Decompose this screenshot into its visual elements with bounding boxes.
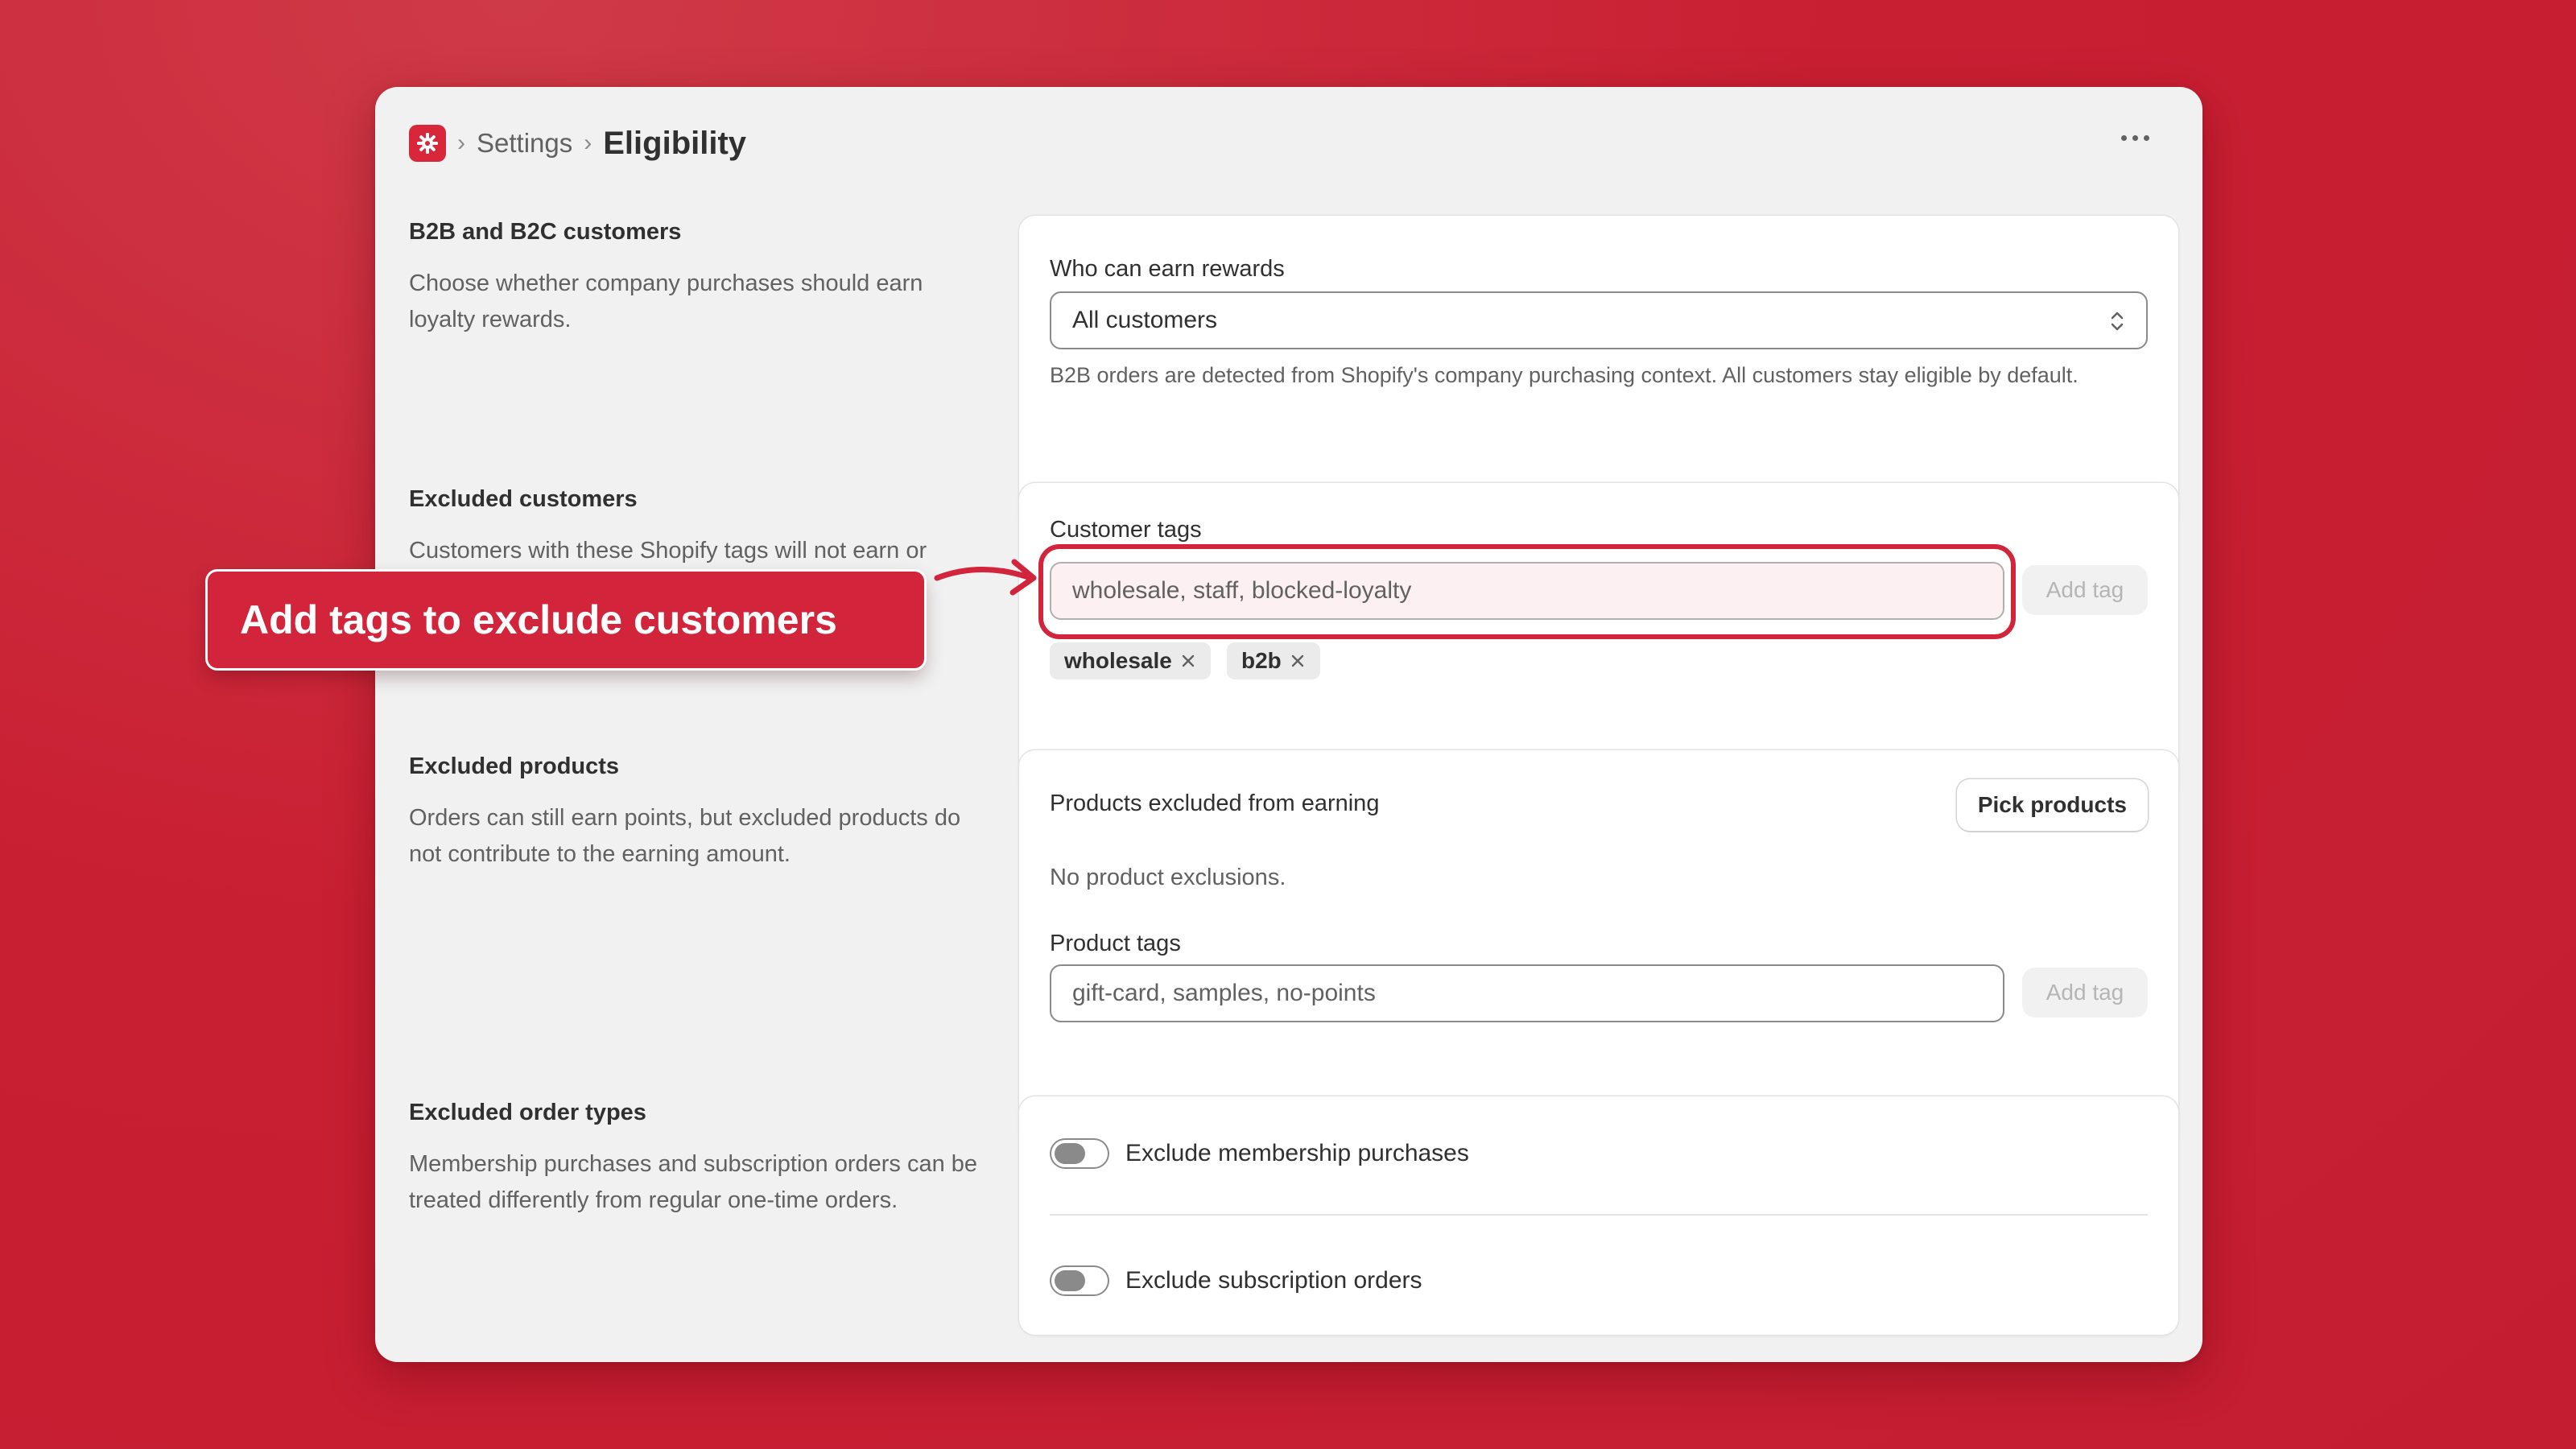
- divider: [1050, 1214, 2148, 1216]
- breadcrumb-chevron-icon: ›: [584, 130, 592, 156]
- section-title-excluded-customers: Excluded customers: [409, 486, 638, 512]
- select-chevron-icon: [2111, 312, 2124, 331]
- product-tags-label: Product tags: [1050, 931, 1181, 956]
- customer-tags-input[interactable]: wholesale, staff, blocked-loyalty: [1050, 562, 2004, 620]
- section-title-excluded-order-types: Excluded order types: [409, 1100, 646, 1125]
- section-desc-b2b: Choose whether company purchases should …: [409, 270, 923, 332]
- subscription-toggle-row[interactable]: Exclude subscription orders: [1050, 1265, 1422, 1296]
- membership-toggle-row[interactable]: Exclude membership purchases: [1050, 1138, 1469, 1169]
- remove-tag-icon[interactable]: [1290, 653, 1306, 669]
- breadcrumb-settings[interactable]: Settings: [477, 128, 572, 159]
- more-actions-icon[interactable]: [2115, 129, 2156, 147]
- subscription-toggle-label: Exclude subscription orders: [1125, 1267, 1422, 1294]
- tag-chip-label: b2b: [1241, 648, 1282, 673]
- product-tags-input[interactable]: gift-card, samples, no-points: [1050, 964, 2004, 1022]
- card-excluded-products: Products excluded from earning Pick prod…: [1019, 750, 2178, 1146]
- who-can-earn-label: Who can earn rewards: [1050, 256, 1285, 282]
- add-customer-tag-button[interactable]: Add tag: [2022, 565, 2148, 615]
- add-product-tag-button[interactable]: Add tag: [2022, 968, 2148, 1018]
- customer-tags-label: Customer tags: [1050, 517, 1202, 543]
- subscription-toggle[interactable]: [1050, 1265, 1109, 1296]
- who-can-earn-select[interactable]: All customers: [1050, 291, 2148, 349]
- section-title-b2b: B2B and B2C customers: [409, 219, 682, 245]
- select-value: All customers: [1072, 307, 1218, 333]
- no-exclusions-text: No product exclusions.: [1050, 865, 1286, 890]
- membership-toggle[interactable]: [1050, 1138, 1109, 1169]
- remove-tag-icon[interactable]: [1180, 653, 1196, 669]
- b2b-help-text: B2B orders are detected from Shopify's c…: [1050, 363, 2079, 387]
- section-desc-excluded-order-types: Membership purchases and subscription or…: [409, 1151, 978, 1213]
- card-excluded-order-types: Exclude membership purchases Exclude sub…: [1019, 1096, 2178, 1335]
- section-desc-excluded-customers: Customers with these Shopify tags will n…: [409, 538, 927, 564]
- annotation-callout: Add tags to exclude customers: [208, 572, 924, 668]
- section-title-excluded-products: Excluded products: [409, 753, 620, 779]
- settings-window: › Settings › Eligibility B2B and B2C cus…: [375, 87, 2202, 1362]
- membership-toggle-label: Exclude membership purchases: [1125, 1140, 1469, 1166]
- breadcrumb-chevron-icon: ›: [457, 130, 465, 156]
- app-logo-icon[interactable]: [409, 125, 446, 162]
- products-excluded-title: Products excluded from earning: [1050, 791, 1380, 816]
- page-header: › Settings › Eligibility: [409, 118, 2169, 169]
- tag-chip: b2b: [1227, 642, 1320, 679]
- tag-chip: wholesale: [1050, 642, 1211, 679]
- tag-chip-label: wholesale: [1064, 648, 1172, 673]
- page-title: Eligibility: [603, 125, 747, 161]
- callout-arrow-icon: [934, 559, 1037, 596]
- pick-products-button[interactable]: Pick products: [1956, 779, 2148, 831]
- section-desc-excluded-products: Orders can still earn points, but exclud…: [409, 805, 961, 867]
